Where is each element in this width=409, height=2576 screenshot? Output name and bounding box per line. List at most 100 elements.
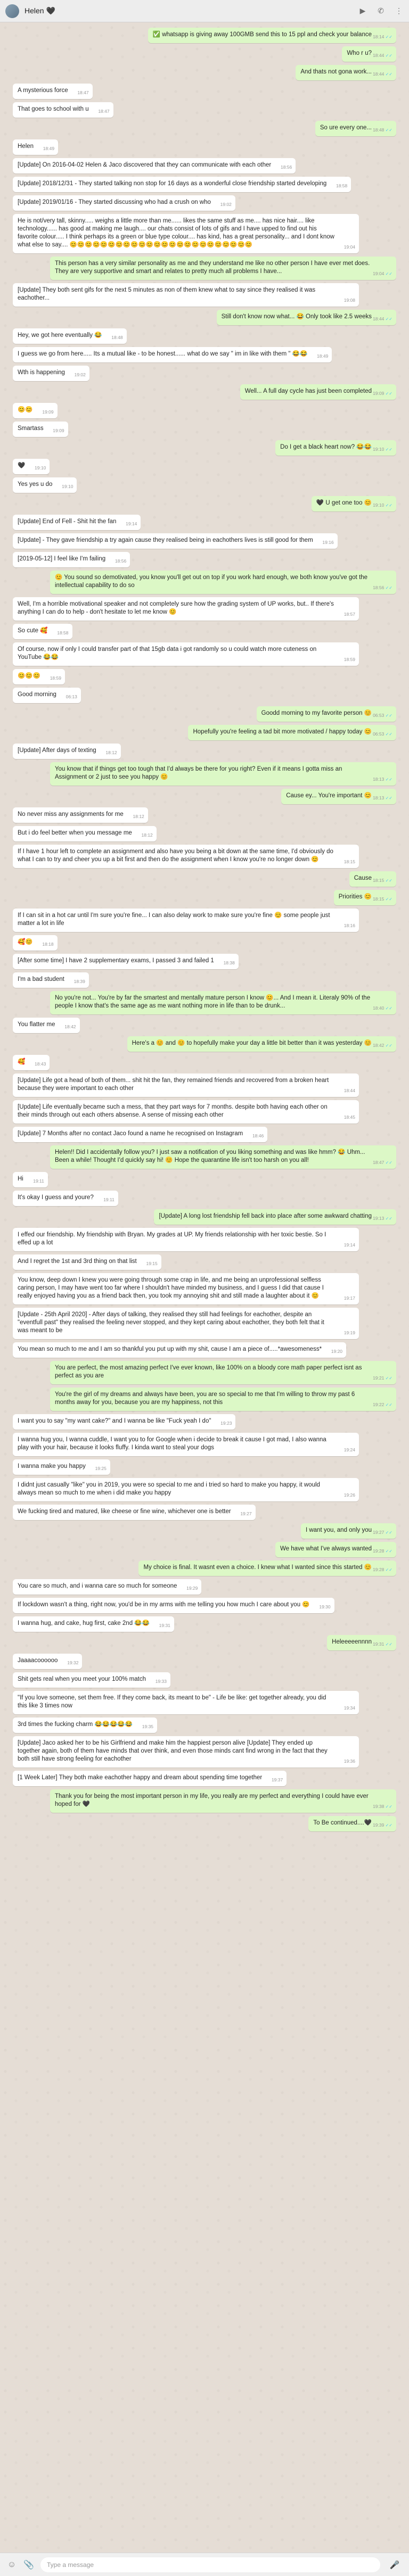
incoming-message[interactable]: 🥰 18:43	[13, 1055, 50, 1070]
outgoing-message[interactable]: Still don't know now what... 😂 Only took…	[216, 310, 396, 325]
incoming-message[interactable]: And I regret the 1st and 3rd thing on th…	[13, 1254, 161, 1270]
incoming-message[interactable]: [Update - 25th April 2020] - After days …	[13, 1308, 359, 1339]
outgoing-message[interactable]: You know that if things get too tough th…	[50, 762, 396, 786]
incoming-message[interactable]: [Update] After days of texting 18:12	[13, 744, 121, 759]
outgoing-message[interactable]: You're the girl of my dreams and always …	[50, 1388, 396, 1411]
incoming-message[interactable]: I didnt just casually "like" you in 2019…	[13, 1478, 359, 1501]
avatar[interactable]	[5, 4, 19, 18]
message-text: You're the girl of my dreams and always …	[55, 1391, 355, 1406]
incoming-message[interactable]: If lockdown wasn't a thing, right now, y…	[13, 1598, 334, 1613]
emoji-icon[interactable]: ☺	[6, 2560, 17, 2570]
video-icon[interactable]: ▶	[358, 6, 367, 16]
incoming-message[interactable]: [Update] Jaco asked her to be his Girlfr…	[13, 1736, 359, 1768]
incoming-message[interactable]: [Update] Life eventually became such a m…	[13, 1100, 359, 1124]
outgoing-message[interactable]: Thank you for being the most important p…	[50, 1789, 396, 1813]
outgoing-message[interactable]: Here's a 😊 and 😊 to hopefully make your …	[127, 1036, 396, 1052]
incoming-message[interactable]: [Update] They both sent gifs for the nex…	[13, 283, 359, 307]
microphone-icon[interactable]: 🎤	[387, 2556, 403, 2573]
incoming-message[interactable]: Helen 18:49	[13, 139, 59, 155]
incoming-message[interactable]: I wanna hug you, I wanna cuddle, I want …	[13, 1433, 359, 1456]
incoming-message[interactable]: [After some time] I have 2 supplementary…	[13, 954, 239, 969]
incoming-message[interactable]: If I can sit in a hot car until I'm sure…	[13, 909, 359, 932]
incoming-message[interactable]: Hi 19:11	[13, 1172, 48, 1187]
incoming-message[interactable]: A mysterious force 18:47	[13, 84, 93, 99]
incoming-message[interactable]: So cute 🥰 18:58	[13, 624, 72, 639]
incoming-message[interactable]: [Update] On 2016-04-02 Helen & Jaco disc…	[13, 158, 296, 174]
incoming-message[interactable]: You mean so much to me and I am so thank…	[13, 1342, 347, 1358]
outgoing-message[interactable]: And thats not gona work... 18:44	[296, 65, 396, 80]
incoming-message[interactable]: I wanna hug, and cake, hug first, cake 2…	[13, 1616, 174, 1632]
call-icon[interactable]: ✆	[376, 6, 386, 16]
incoming-message[interactable]: I want you to say "my want cake?" and I …	[13, 1414, 236, 1430]
incoming-message[interactable]: [Update] 7 Months after no contact Jaco …	[13, 1127, 268, 1142]
incoming-message[interactable]: [Update] End of Fell - Shit hit the fan 1…	[13, 515, 141, 530]
incoming-message[interactable]: I guess we go from here..... Its a mutua…	[13, 347, 332, 362]
incoming-message[interactable]: You care so much, and i wanna care so mu…	[13, 1579, 202, 1595]
incoming-message[interactable]: [Update] 2018/12/31 - They started talki…	[13, 177, 351, 192]
incoming-message[interactable]: [Update] - They gave friendship a try ag…	[13, 533, 338, 549]
message-time: 19:33	[155, 1679, 167, 1684]
incoming-message[interactable]: [2019-05-12] I feel like I'm failing 18:5…	[13, 552, 130, 567]
outgoing-message[interactable]: 🖤 U get one too 😊 19:10	[311, 496, 396, 511]
outgoing-message[interactable]: Heleeeeennnn 19:31	[327, 1635, 396, 1650]
message-time: 18:56	[114, 558, 127, 564]
incoming-message[interactable]: 😊😊😊 18:59	[13, 669, 65, 684]
incoming-message[interactable]: I wanna make you happy 19:25	[13, 1459, 110, 1475]
incoming-message[interactable]: Good morning 06:13	[13, 688, 81, 703]
incoming-message[interactable]: [Update] 2019/01/16 - They started discu…	[13, 195, 235, 211]
incoming-message[interactable]: 😊😊 19:09	[13, 403, 58, 418]
outgoing-message[interactable]: Goodd morning to my favorite person 😊 06:…	[256, 706, 396, 722]
outgoing-message[interactable]: You are perfect, the most amazing perfec…	[50, 1361, 396, 1384]
outgoing-message[interactable]: Who r u? 18:44	[342, 46, 396, 62]
message-row: [Update] 7 Months after no contact Jaco …	[13, 1127, 396, 1145]
incoming-message[interactable]: No never miss any assignments for me 18:1…	[13, 807, 148, 823]
incoming-message[interactable]: "If you love someone, set them free. If …	[13, 1691, 359, 1714]
outgoing-message[interactable]: Priorities 😊 18:15	[333, 890, 396, 905]
incoming-message[interactable]: But i do feel better when you message me…	[13, 826, 157, 841]
incoming-message[interactable]: That goes to school with u 18:47	[13, 102, 113, 118]
incoming-message[interactable]: I effed our friendship. My friendship wi…	[13, 1228, 359, 1251]
outgoing-message[interactable]: [Update] A long lost friendship fell bac…	[154, 1209, 396, 1225]
outgoing-message[interactable]: ✅ whatsapp is giving away 100GMB send th…	[148, 28, 396, 43]
incoming-message[interactable]: You know, deep down I knew you were goin…	[13, 1273, 359, 1304]
incoming-message[interactable]: I'm a bad student 18:39	[13, 972, 89, 988]
incoming-message[interactable]: Smartass 19:09	[13, 422, 68, 437]
incoming-message[interactable]: Yes yes u do 19:10	[13, 477, 77, 493]
incoming-message[interactable]: Jaaaacoooooo 19:32	[13, 1654, 83, 1669]
incoming-message[interactable]: We fucking tired and matured, like chees…	[13, 1505, 256, 1520]
outgoing-message[interactable]: Cause 18:15	[349, 871, 396, 887]
outgoing-message[interactable]: 😊 You sound so demotivated, you know you…	[50, 571, 396, 594]
incoming-message[interactable]: 3rd times the fucking charm 😂😂😂😂😂 19:35	[13, 1718, 158, 1733]
outgoing-message[interactable]: We have what I've always wanted 19:28	[275, 1542, 396, 1557]
incoming-message[interactable]: If I have 1 hour left to complete an ass…	[13, 845, 359, 868]
incoming-message[interactable]: You flatter me 18:42	[13, 1018, 80, 1033]
incoming-message[interactable]: He is not/very tall, skinny..... weighs …	[13, 214, 359, 253]
incoming-message[interactable]: Well, I'm a horrible motivational speake…	[13, 597, 359, 621]
incoming-message[interactable]: [Update] Life got a head of both of them…	[13, 1074, 359, 1097]
menu-icon[interactable]: ⋮	[394, 6, 404, 16]
outgoing-message[interactable]: No you're not... You're by far the smart…	[50, 991, 396, 1014]
incoming-message[interactable]: 🖤 19:10	[13, 459, 50, 474]
outgoing-message[interactable]: To Be continued....🖤 19:39	[308, 1816, 396, 1831]
outgoing-message[interactable]: Well... A full day cycle has just been c…	[240, 384, 396, 400]
incoming-message[interactable]: [1 Week Later] They both make eachother …	[13, 1771, 287, 1786]
incoming-message[interactable]: Of course, now if only I could transfer …	[13, 642, 359, 666]
outgoing-message[interactable]: Helen!! Did I accidentally follow you? I…	[50, 1145, 396, 1169]
outgoing-message[interactable]: Do I get a black heart now? 😂😂 19:10	[275, 440, 396, 456]
outgoing-message[interactable]: I want you, and only you 19:27	[300, 1523, 396, 1539]
message-list[interactable]: ✅ whatsapp is giving away 100GMB send th…	[0, 22, 409, 2553]
incoming-message[interactable]: It's okay I guess and youre? 19:11	[13, 1191, 118, 1206]
outgoing-message[interactable]: Cause ey... You're important 😊 18:13	[281, 789, 396, 804]
message-text: 3rd times the fucking charm 😂😂😂😂😂	[18, 1721, 133, 1728]
incoming-message[interactable]: Hey, we got here eventually 😂 18:48	[13, 328, 127, 344]
outgoing-message[interactable]: My choice is final. It wasnt even a choi…	[138, 1561, 396, 1576]
incoming-message[interactable]: Wth is happening 19:02	[13, 366, 89, 381]
incoming-message[interactable]: 🥰😊 18:18	[13, 935, 58, 951]
incoming-message[interactable]: Shit gets real when you meet your 100% m…	[13, 1672, 170, 1688]
attach-icon[interactable]: 📎	[23, 2560, 34, 2570]
contact-name[interactable]: Helen 🖤	[24, 6, 358, 15]
outgoing-message[interactable]: So ure every one... 18:48	[315, 121, 396, 136]
outgoing-message[interactable]: Hopefully you're feeling a tad bit more …	[188, 725, 396, 740]
message-input[interactable]: Type a message	[40, 2557, 380, 2572]
outgoing-message[interactable]: This person has a very similar personali…	[50, 257, 396, 280]
